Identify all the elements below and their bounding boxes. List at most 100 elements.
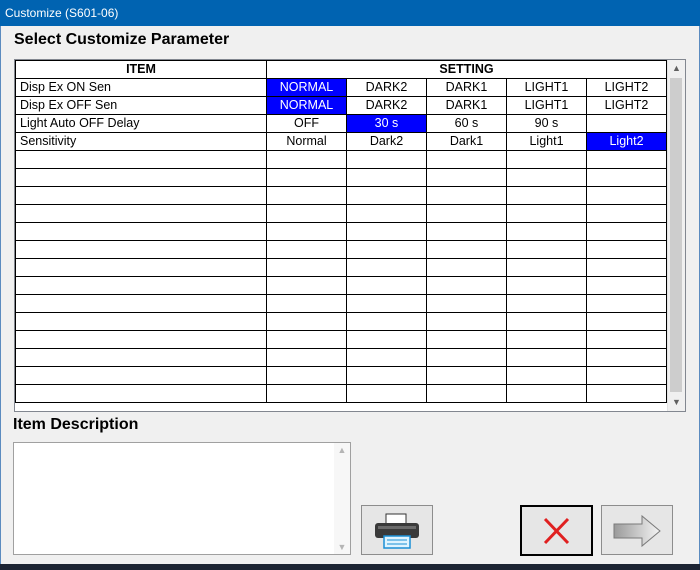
empty-cell — [506, 294, 587, 313]
parameter-table: ITEM SETTING Disp Ex ON Sen NORMAL DARK2 DA… — [15, 60, 667, 403]
next-button[interactable] — [601, 505, 673, 555]
item-cell[interactable]: Light Auto OFF Delay — [15, 114, 267, 133]
scroll-up-icon[interactable]: ▲ — [334, 445, 350, 455]
setting-cell[interactable]: 90 s — [506, 114, 587, 133]
setting-cell[interactable]: Dark2 — [346, 132, 427, 151]
empty-row — [15, 186, 667, 205]
empty-cell — [266, 150, 347, 169]
empty-cell — [346, 240, 427, 259]
setting-cell[interactable] — [586, 114, 667, 133]
empty-cell — [426, 366, 507, 385]
setting-cell[interactable]: DARK1 — [426, 78, 507, 97]
empty-cell — [506, 276, 587, 295]
scroll-down-icon[interactable]: ▼ — [668, 394, 685, 411]
print-button[interactable] — [361, 505, 433, 555]
setting-cell[interactable]: 60 s — [426, 114, 507, 133]
setting-cell[interactable]: Light1 — [506, 132, 587, 151]
empty-cell — [586, 222, 667, 241]
scrollbar-thumb[interactable] — [670, 78, 682, 392]
empty-cell — [426, 276, 507, 295]
empty-cell — [346, 312, 427, 331]
empty-cell — [506, 312, 587, 331]
empty-row — [15, 312, 667, 331]
setting-column-header: SETTING — [266, 60, 667, 79]
empty-cell — [426, 294, 507, 313]
empty-cell — [266, 330, 347, 349]
window-title: Customize (S601-06) — [5, 6, 119, 20]
empty-row — [15, 330, 667, 349]
empty-cell — [426, 168, 507, 187]
empty-cell — [506, 204, 587, 223]
setting-cell[interactable]: DARK2 — [346, 78, 427, 97]
table-row[interactable]: Disp Ex OFF Sen NORMAL DARK2 DARK1 LIGHT1 LIG… — [15, 96, 667, 115]
empty-row — [15, 240, 667, 259]
item-cell[interactable]: Disp Ex OFF Sen — [15, 96, 267, 115]
empty-row — [15, 348, 667, 367]
setting-cell[interactable]: DARK1 — [426, 96, 507, 115]
empty-cell — [426, 240, 507, 259]
empty-cell — [346, 384, 427, 403]
red-x-icon — [543, 517, 570, 545]
empty-cell — [15, 168, 267, 187]
empty-cell — [346, 204, 427, 223]
title-bar[interactable]: Customize (S601-06) — [0, 0, 700, 26]
parameter-heading: Select Customize Parameter — [14, 31, 230, 48]
item-cell[interactable]: Disp Ex ON Sen — [15, 78, 267, 97]
empty-cell — [506, 258, 587, 277]
empty-cell — [586, 258, 667, 277]
empty-cell — [266, 222, 347, 241]
empty-cell — [506, 150, 587, 169]
empty-row — [15, 222, 667, 241]
setting-cell[interactable]: Normal — [266, 132, 347, 151]
grid-scrollbar[interactable]: ▲ ▼ — [667, 60, 685, 411]
scroll-up-icon[interactable]: ▲ — [668, 60, 685, 77]
table-row[interactable]: Light Auto OFF Delay OFF 30 s 60 s 90 s — [15, 114, 667, 133]
scroll-down-icon[interactable]: ▼ — [334, 542, 350, 552]
empty-cell — [346, 150, 427, 169]
setting-cell[interactable]: LIGHT2 — [586, 78, 667, 97]
empty-cell — [426, 222, 507, 241]
setting-cell[interactable]: DARK2 — [346, 96, 427, 115]
table-row[interactable]: Sensitivity Normal Dark2 Dark1 Light1 Light2 — [15, 132, 667, 151]
empty-cell — [15, 348, 267, 367]
table-row[interactable]: Disp Ex ON Sen NORMAL DARK2 DARK1 LIGHT1 LIGH… — [15, 78, 667, 97]
empty-cell — [506, 348, 587, 367]
empty-cell — [266, 258, 347, 277]
setting-cell[interactable]: LIGHT1 — [506, 78, 587, 97]
empty-cell — [426, 186, 507, 205]
taskbar — [0, 564, 700, 570]
setting-cell-selected[interactable]: NORMAL — [266, 78, 347, 97]
empty-cell — [266, 276, 347, 295]
right-arrow-icon — [613, 514, 661, 548]
description-scrollbar[interactable]: ▲ ▼ — [334, 443, 350, 554]
empty-cell — [266, 294, 347, 313]
empty-cell — [586, 276, 667, 295]
setting-cell-selected[interactable]: Light2 — [586, 132, 667, 151]
setting-cell[interactable]: Dark1 — [426, 132, 507, 151]
empty-cell — [426, 312, 507, 331]
setting-cell[interactable]: OFF — [266, 114, 347, 133]
empty-cell — [15, 258, 267, 277]
cancel-button[interactable] — [520, 505, 593, 556]
empty-cell — [426, 384, 507, 403]
item-cell[interactable]: Sensitivity — [15, 132, 267, 151]
empty-cell — [586, 312, 667, 331]
empty-cell — [506, 384, 587, 403]
empty-cell — [15, 276, 267, 295]
setting-cell-selected[interactable]: NORMAL — [266, 96, 347, 115]
item-description-heading: Item Description — [13, 416, 139, 433]
empty-cell — [346, 258, 427, 277]
item-description-box[interactable]: ▲ ▼ — [13, 442, 351, 555]
setting-cell-selected[interactable]: 30 s — [346, 114, 427, 133]
empty-cell — [266, 348, 347, 367]
parameter-grid[interactable]: ITEM SETTING Disp Ex ON Sen NORMAL DARK2 DA… — [14, 59, 686, 412]
empty-row — [15, 150, 667, 169]
empty-cell — [15, 204, 267, 223]
setting-cell[interactable]: LIGHT1 — [506, 96, 587, 115]
empty-cell — [15, 330, 267, 349]
empty-cell — [15, 312, 267, 331]
empty-cell — [426, 204, 507, 223]
setting-cell[interactable]: LIGHT2 — [586, 96, 667, 115]
empty-cell — [506, 330, 587, 349]
empty-cell — [346, 276, 427, 295]
